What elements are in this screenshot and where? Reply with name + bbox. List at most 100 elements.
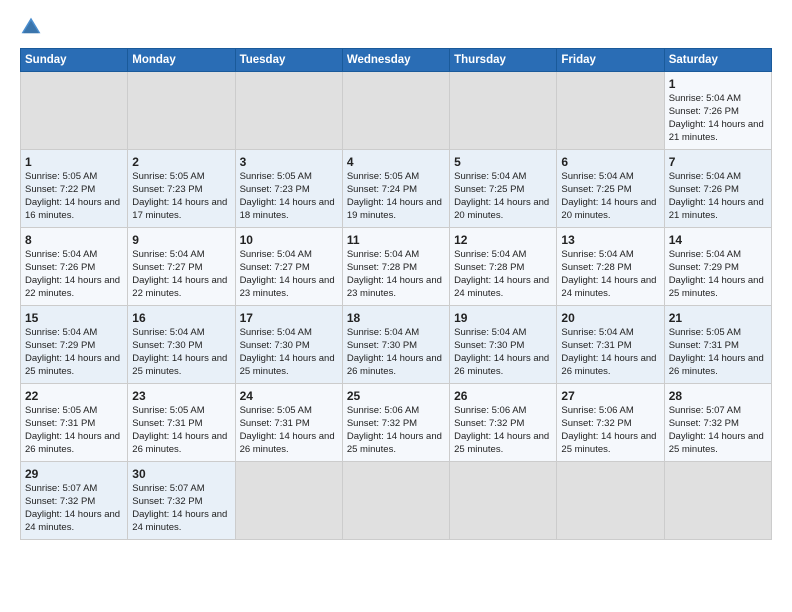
sunset-text: Sunset: 7:24 PM <box>347 184 417 195</box>
daylight-text: Daylight: 14 hours and 21 minutes. <box>669 197 764 221</box>
calendar-week-row: 22Sunrise: 5:05 AMSunset: 7:31 PMDayligh… <box>21 384 772 462</box>
daylight-text: Daylight: 14 hours and 25 minutes. <box>669 431 764 455</box>
sunrise-text: Sunrise: 5:07 AM <box>132 483 204 494</box>
day-number: 17 <box>240 310 338 326</box>
sunset-text: Sunset: 7:23 PM <box>132 184 202 195</box>
calendar-cell <box>235 72 342 150</box>
day-number: 16 <box>132 310 230 326</box>
daylight-text: Daylight: 14 hours and 18 minutes. <box>240 197 335 221</box>
calendar-cell: 11Sunrise: 5:04 AMSunset: 7:28 PMDayligh… <box>342 228 449 306</box>
sunset-text: Sunset: 7:22 PM <box>25 184 95 195</box>
daylight-text: Daylight: 14 hours and 17 minutes. <box>132 197 227 221</box>
daylight-text: Daylight: 14 hours and 26 minutes. <box>25 431 120 455</box>
sunrise-text: Sunrise: 5:05 AM <box>25 171 97 182</box>
sunrise-text: Sunrise: 5:04 AM <box>240 327 312 338</box>
calendar-day-header: Monday <box>128 49 235 72</box>
sunrise-text: Sunrise: 5:07 AM <box>25 483 97 494</box>
calendar-cell <box>557 72 664 150</box>
day-number: 21 <box>669 310 767 326</box>
day-number: 15 <box>25 310 123 326</box>
calendar-cell: 20Sunrise: 5:04 AMSunset: 7:31 PMDayligh… <box>557 306 664 384</box>
calendar-cell <box>342 462 449 540</box>
daylight-text: Daylight: 14 hours and 25 minutes. <box>454 431 549 455</box>
sunrise-text: Sunrise: 5:04 AM <box>454 171 526 182</box>
sunset-text: Sunset: 7:28 PM <box>347 262 417 273</box>
day-number: 1 <box>669 76 767 92</box>
sunset-text: Sunset: 7:29 PM <box>669 262 739 273</box>
day-number: 11 <box>347 232 445 248</box>
sunset-text: Sunset: 7:27 PM <box>132 262 202 273</box>
sunset-text: Sunset: 7:25 PM <box>561 184 631 195</box>
day-number: 12 <box>454 232 552 248</box>
calendar-week-row: 15Sunrise: 5:04 AMSunset: 7:29 PMDayligh… <box>21 306 772 384</box>
sunset-text: Sunset: 7:31 PM <box>240 418 310 429</box>
daylight-text: Daylight: 14 hours and 19 minutes. <box>347 197 442 221</box>
daylight-text: Daylight: 14 hours and 26 minutes. <box>240 431 335 455</box>
day-number: 1 <box>25 154 123 170</box>
page: SundayMondayTuesdayWednesdayThursdayFrid… <box>0 0 792 612</box>
day-number: 13 <box>561 232 659 248</box>
daylight-text: Daylight: 14 hours and 24 minutes. <box>25 509 120 533</box>
sunrise-text: Sunrise: 5:05 AM <box>132 405 204 416</box>
sunrise-text: Sunrise: 5:04 AM <box>25 327 97 338</box>
calendar-cell: 19Sunrise: 5:04 AMSunset: 7:30 PMDayligh… <box>450 306 557 384</box>
sunrise-text: Sunrise: 5:04 AM <box>561 249 633 260</box>
day-number: 29 <box>25 466 123 482</box>
calendar-cell: 18Sunrise: 5:04 AMSunset: 7:30 PMDayligh… <box>342 306 449 384</box>
sunset-text: Sunset: 7:26 PM <box>669 184 739 195</box>
daylight-text: Daylight: 14 hours and 26 minutes. <box>454 353 549 377</box>
calendar-day-header: Wednesday <box>342 49 449 72</box>
calendar-week-row: 1Sunrise: 5:05 AMSunset: 7:22 PMDaylight… <box>21 150 772 228</box>
calendar-cell <box>21 72 128 150</box>
day-number: 5 <box>454 154 552 170</box>
calendar-cell <box>557 462 664 540</box>
calendar-cell: 4Sunrise: 5:05 AMSunset: 7:24 PMDaylight… <box>342 150 449 228</box>
daylight-text: Daylight: 14 hours and 22 minutes. <box>25 275 120 299</box>
sunrise-text: Sunrise: 5:04 AM <box>561 171 633 182</box>
calendar-cell <box>128 72 235 150</box>
sunrise-text: Sunrise: 5:05 AM <box>132 171 204 182</box>
calendar-cell: 9Sunrise: 5:04 AMSunset: 7:27 PMDaylight… <box>128 228 235 306</box>
sunset-text: Sunset: 7:25 PM <box>454 184 524 195</box>
sunset-text: Sunset: 7:32 PM <box>132 496 202 507</box>
daylight-text: Daylight: 14 hours and 26 minutes. <box>669 353 764 377</box>
calendar-week-row: 29Sunrise: 5:07 AMSunset: 7:32 PMDayligh… <box>21 462 772 540</box>
daylight-text: Daylight: 14 hours and 25 minutes. <box>132 353 227 377</box>
calendar-cell <box>664 462 771 540</box>
daylight-text: Daylight: 14 hours and 26 minutes. <box>561 353 656 377</box>
daylight-text: Daylight: 14 hours and 25 minutes. <box>240 353 335 377</box>
sunset-text: Sunset: 7:30 PM <box>240 340 310 351</box>
sunrise-text: Sunrise: 5:05 AM <box>347 171 419 182</box>
calendar-cell: 25Sunrise: 5:06 AMSunset: 7:32 PMDayligh… <box>342 384 449 462</box>
daylight-text: Daylight: 14 hours and 25 minutes. <box>561 431 656 455</box>
day-number: 18 <box>347 310 445 326</box>
calendar-header-row: SundayMondayTuesdayWednesdayThursdayFrid… <box>21 49 772 72</box>
day-number: 25 <box>347 388 445 404</box>
daylight-text: Daylight: 14 hours and 22 minutes. <box>132 275 227 299</box>
sunset-text: Sunset: 7:31 PM <box>669 340 739 351</box>
sunrise-text: Sunrise: 5:04 AM <box>240 249 312 260</box>
calendar-cell: 26Sunrise: 5:06 AMSunset: 7:32 PMDayligh… <box>450 384 557 462</box>
sunrise-text: Sunrise: 5:04 AM <box>132 249 204 260</box>
calendar-day-header: Saturday <box>664 49 771 72</box>
sunset-text: Sunset: 7:32 PM <box>669 418 739 429</box>
day-number: 3 <box>240 154 338 170</box>
sunrise-text: Sunrise: 5:04 AM <box>561 327 633 338</box>
sunrise-text: Sunrise: 5:06 AM <box>454 405 526 416</box>
sunrise-text: Sunrise: 5:04 AM <box>347 327 419 338</box>
sunset-text: Sunset: 7:31 PM <box>25 418 95 429</box>
sunset-text: Sunset: 7:30 PM <box>454 340 524 351</box>
sunset-text: Sunset: 7:31 PM <box>561 340 631 351</box>
daylight-text: Daylight: 14 hours and 21 minutes. <box>669 119 764 143</box>
day-number: 8 <box>25 232 123 248</box>
daylight-text: Daylight: 14 hours and 26 minutes. <box>132 431 227 455</box>
calendar-cell: 16Sunrise: 5:04 AMSunset: 7:30 PMDayligh… <box>128 306 235 384</box>
daylight-text: Daylight: 14 hours and 23 minutes. <box>347 275 442 299</box>
daylight-text: Daylight: 14 hours and 25 minutes. <box>25 353 120 377</box>
logo <box>20 16 46 38</box>
daylight-text: Daylight: 14 hours and 26 minutes. <box>347 353 442 377</box>
sunset-text: Sunset: 7:28 PM <box>454 262 524 273</box>
calendar-cell: 24Sunrise: 5:05 AMSunset: 7:31 PMDayligh… <box>235 384 342 462</box>
day-number: 24 <box>240 388 338 404</box>
day-number: 26 <box>454 388 552 404</box>
